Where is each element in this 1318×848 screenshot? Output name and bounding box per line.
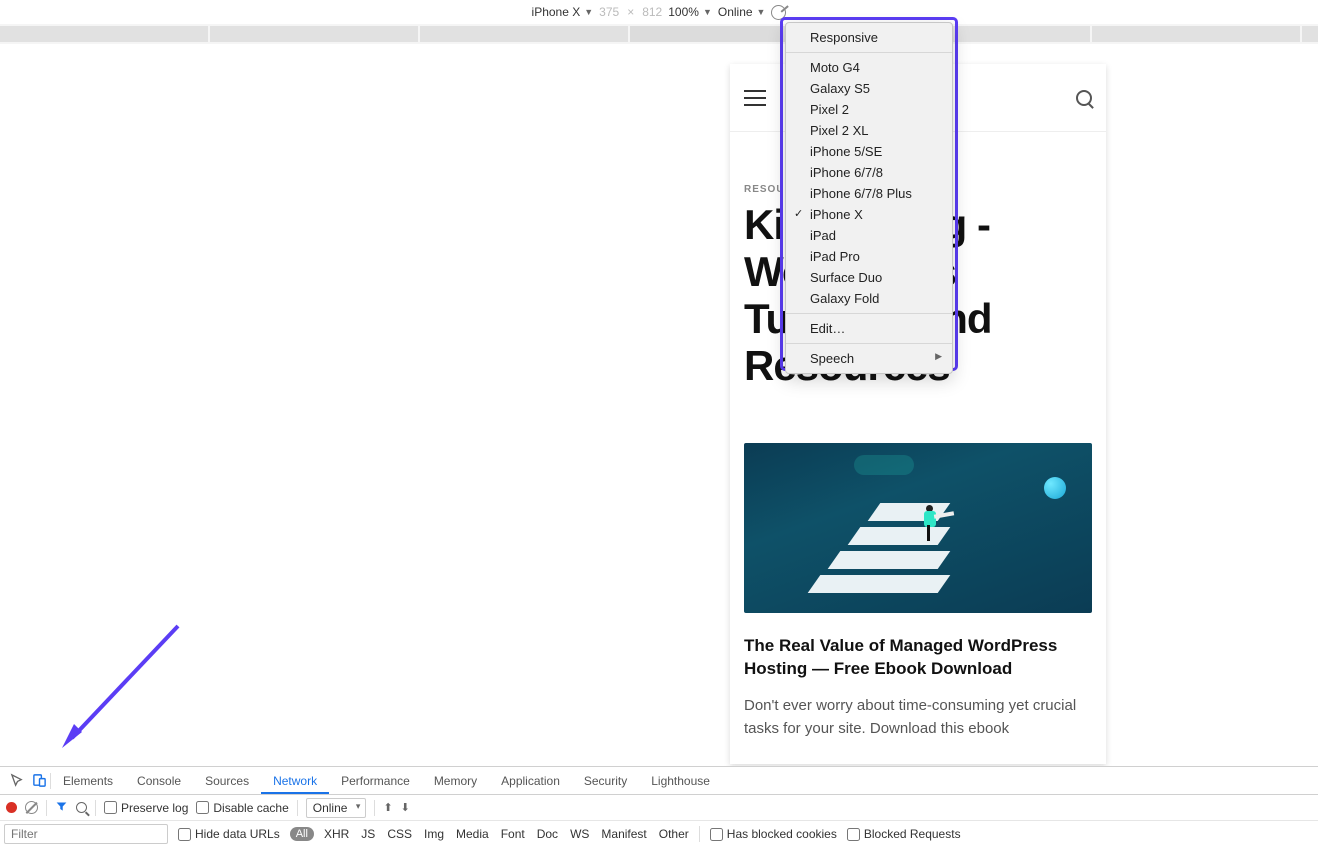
filter-type[interactable]: Media [456,827,489,841]
blocked-cookies-checkbox[interactable]: Has blocked cookies [710,827,837,841]
inspect-icon[interactable] [6,773,28,788]
filter-type[interactable]: XHR [324,827,349,841]
throttle-label: Online [718,5,753,19]
device-toolbar: iPhone X ▼ 375 × 812 100% ▼ Online ▼ [0,2,1318,22]
hero-image[interactable] [744,443,1092,613]
filter-type[interactable]: Manifest [601,827,646,841]
device-mode-icon[interactable] [28,773,50,788]
hide-data-urls-checkbox[interactable]: Hide data URLs [178,827,280,841]
viewport-area: RESOURCES Kinsta Blog - WordPress Tutori… [0,44,1318,766]
chevron-down-icon: ▼ [703,7,712,17]
device-option[interactable]: Galaxy Fold [786,288,952,309]
blocked-cookies-label: Has blocked cookies [727,827,837,841]
upload-icon[interactable]: ⬆ [383,801,392,814]
device-option[interactable]: Galaxy S5 [786,78,952,99]
filter-type[interactable]: CSS [387,827,412,841]
hide-data-urls-label: Hide data URLs [195,827,280,841]
device-option[interactable]: iPad [786,225,952,246]
search-icon[interactable] [1076,90,1092,106]
device-option[interactable]: Responsive [786,27,952,48]
device-option[interactable]: Pixel 2 [786,99,952,120]
device-option[interactable]: iPhone X [786,204,952,225]
devtools-tab[interactable]: Network [261,767,329,794]
breakpoint-ruler [0,24,1318,44]
devtools-tab[interactable]: Elements [51,767,125,794]
devtools-tab[interactable]: Application [489,767,572,794]
disable-cache-label: Disable cache [213,801,288,815]
filter-type[interactable]: Other [659,827,689,841]
chevron-down-icon: ▼ [584,7,593,17]
orb-graphic [1044,477,1066,499]
devtools-tab[interactable]: Console [125,767,193,794]
zoom-label: 100% [668,5,699,19]
person-graphic [922,505,938,543]
preserve-log-label: Preserve log [121,801,188,815]
article-excerpt: Don't ever worry about time-consuming ye… [744,695,1092,740]
blocked-requests-label: Blocked Requests [864,827,961,841]
device-option[interactable]: Surface Duo [786,267,952,288]
device-option[interactable]: iPhone 5/SE [786,141,952,162]
clear-icon[interactable] [25,801,38,814]
device-option[interactable]: iPhone 6/7/8 Plus [786,183,952,204]
network-filter-bar: Hide data URLs All XHR JS CSS Img Media Font D… [0,821,1318,847]
preserve-log-checkbox[interactable]: Preserve log [104,801,188,815]
device-option[interactable]: Moto G4 [786,57,952,78]
device-option[interactable]: iPad Pro [786,246,952,267]
search-icon[interactable] [76,802,87,813]
device-select[interactable]: iPhone X ▼ [532,5,594,19]
throttle-select[interactable]: Online ▼ [718,5,766,19]
hamburger-icon[interactable] [744,90,766,106]
devtools-tab-bar: ElementsConsoleSourcesNetworkPerformance… [0,767,1318,795]
viewport-width[interactable]: 375 [599,5,619,19]
devtools-panel: ElementsConsoleSourcesNetworkPerformance… [0,766,1318,848]
type-all-pill[interactable]: All [290,827,314,841]
filter-type[interactable]: WS [570,827,589,841]
device-option[interactable]: iPhone 6/7/8 [786,162,952,183]
device-option[interactable]: Edit… [786,318,952,339]
devtools-tab[interactable]: Memory [422,767,489,794]
devtools-tab[interactable]: Security [572,767,639,794]
device-label: iPhone X [532,5,581,19]
filter-type[interactable]: JS [361,827,375,841]
rotate-icon[interactable] [771,5,786,20]
article-title[interactable]: The Real Value of Managed WordPress Host… [744,635,1092,681]
throttle-value: Online [313,801,348,815]
download-icon[interactable]: ⬇ [401,801,410,814]
filter-type[interactable]: Doc [537,827,558,841]
filter-icon[interactable] [55,800,68,816]
dimension-separator: × [627,5,634,19]
device-option[interactable]: Speech [786,348,952,369]
devtools-tab[interactable]: Performance [329,767,422,794]
filter-type[interactable]: Img [424,827,444,841]
disable-cache-checkbox[interactable]: Disable cache [196,801,288,815]
device-option[interactable]: Pixel 2 XL [786,120,952,141]
blocked-requests-checkbox[interactable]: Blocked Requests [847,827,961,841]
devtools-tab[interactable]: Sources [193,767,261,794]
filter-input[interactable] [4,824,168,844]
record-icon[interactable] [6,802,17,813]
devtools-tab[interactable]: Lighthouse [639,767,722,794]
viewport-height[interactable]: 812 [642,5,662,19]
chevron-down-icon: ▼ [757,7,766,17]
network-toolbar: Preserve log Disable cache Online ⬆ ⬇ [0,795,1318,821]
filter-type[interactable]: Font [501,827,525,841]
zoom-select[interactable]: 100% ▼ [668,5,712,19]
throttle-select[interactable]: Online [306,798,367,818]
cloud-graphic [854,455,914,475]
device-dropdown[interactable]: Responsive Moto G4Galaxy S5Pixel 2Pixel 2… [785,22,953,374]
